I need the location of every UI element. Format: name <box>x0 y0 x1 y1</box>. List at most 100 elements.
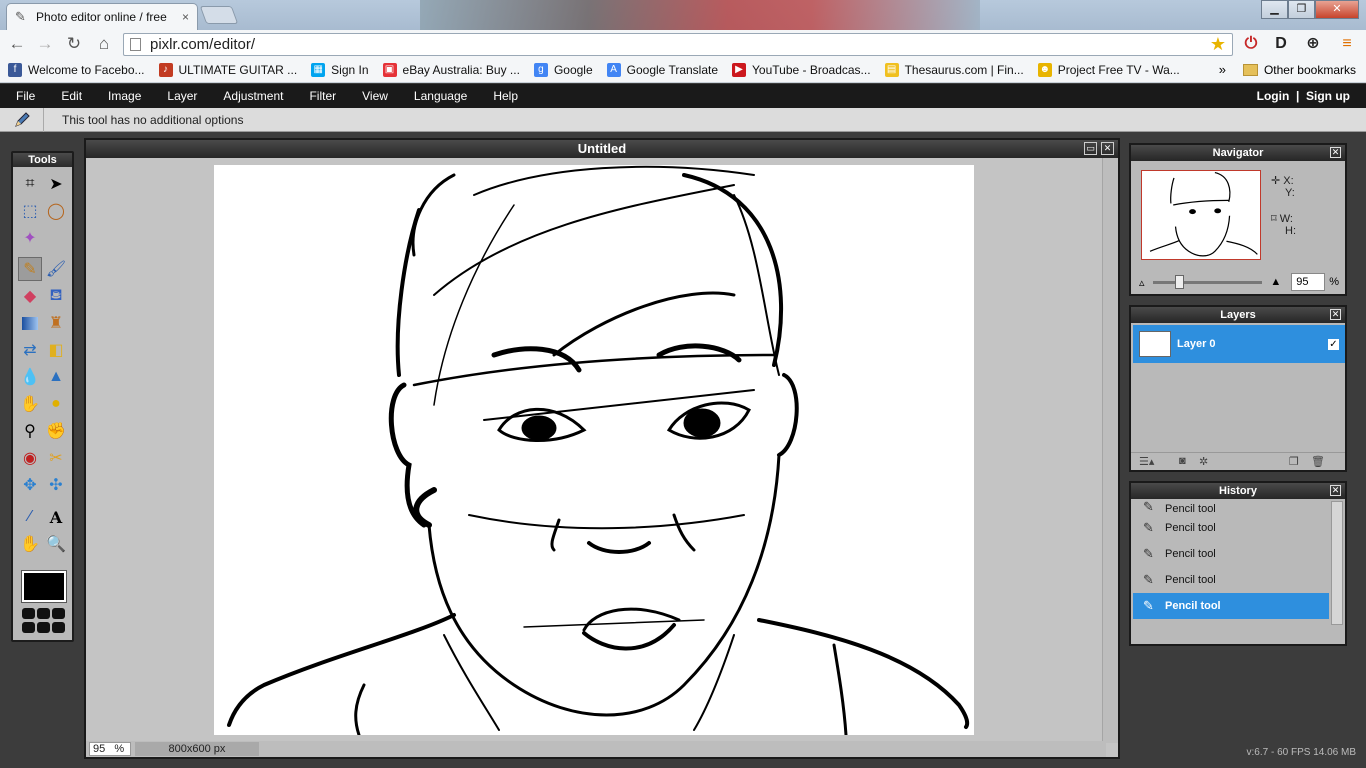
browser-tab[interactable]: ✎ Photo editor online / free × <box>6 3 198 30</box>
document-vertical-scrollbar[interactable] <box>1102 158 1118 743</box>
preset-swatch[interactable] <box>52 608 65 619</box>
eraser-tool-icon[interactable]: ◆ <box>18 284 42 308</box>
crop-tool-icon[interactable]: ⌗ <box>18 172 42 196</box>
minimize-button[interactable]: ▁ <box>1261 0 1288 19</box>
forward-icon[interactable]: → <box>34 34 56 54</box>
history-scrollbar[interactable] <box>1331 501 1343 625</box>
history-item[interactable]: ✎ Pencil tool <box>1133 567 1329 593</box>
marquee-tool-icon[interactable]: ⬚ <box>18 199 42 223</box>
menu-edit[interactable]: Edit <box>53 89 90 103</box>
history-item-selected[interactable]: ✎ Pencil tool <box>1133 593 1329 619</box>
pinch-tool-icon[interactable]: ✣ <box>44 473 68 497</box>
home-icon[interactable]: ⌂ <box>93 34 115 54</box>
bookmark-star-icon[interactable]: ★ <box>1210 34 1226 55</box>
new-tab-button[interactable] <box>199 6 239 24</box>
tab-close-icon[interactable]: × <box>182 10 189 24</box>
menu-filter[interactable]: Filter <box>301 89 344 103</box>
layer-styles-icon[interactable]: ✲ <box>1199 455 1208 468</box>
document-close-icon[interactable]: ✕ <box>1101 142 1114 155</box>
maximize-button[interactable]: ❐ <box>1288 0 1315 19</box>
bookmark-ultimate-guitar[interactable]: ♪ ULTIMATE GUITAR ... <box>158 63 297 77</box>
bookmark-google[interactable]: g Google <box>533 63 593 77</box>
drawing-canvas[interactable] <box>214 165 974 737</box>
preset-swatch[interactable] <box>37 608 50 619</box>
burn-tool-icon[interactable]: ✊ <box>44 419 68 443</box>
menu-adjustment[interactable]: Adjustment <box>215 89 291 103</box>
drawing-tool-icon[interactable]: ◧ <box>44 338 68 362</box>
navigator-thumbnail[interactable] <box>1141 170 1261 260</box>
preset-swatch[interactable] <box>22 608 35 619</box>
pencil-tool-icon[interactable]: ✎ <box>18 257 42 281</box>
layer-row[interactable]: Layer 0 ✓ <box>1133 325 1345 363</box>
bookmark-youtube[interactable]: ▶ YouTube - Broadcas... <box>732 63 871 77</box>
other-bookmarks[interactable]: Other bookmarks <box>1242 63 1356 77</box>
dodge-tool-icon[interactable]: ⚲ <box>18 419 42 443</box>
sharpen-tool-icon[interactable]: ▲ <box>44 365 68 389</box>
document-zoom-input[interactable]: 95 % <box>89 742 131 756</box>
delete-layer-icon[interactable]: 🗑 <box>1311 455 1325 468</box>
bookmark-sign-in[interactable]: ▦ Sign In <box>311 63 369 77</box>
history-item[interactable]: ✎ Pencil tool <box>1133 541 1329 567</box>
blur-tool-icon[interactable]: 💧 <box>18 365 42 389</box>
extension-d-icon[interactable]: D <box>1270 33 1292 55</box>
menu-layer[interactable]: Layer <box>159 89 205 103</box>
layer-settings-icon[interactable]: ☰▴ <box>1139 455 1154 468</box>
lasso-tool-icon[interactable]: ◯ <box>44 199 68 223</box>
clone-stamp-tool-icon[interactable]: ♜ <box>44 311 68 335</box>
menu-file[interactable]: File <box>8 89 43 103</box>
preset-swatch[interactable] <box>37 622 50 633</box>
zoom-in-icon[interactable]: ▲ <box>1270 276 1281 288</box>
color-replace-tool-icon[interactable]: ⇄ <box>18 338 42 362</box>
signup-link[interactable]: Sign up <box>1306 89 1350 103</box>
bookmark-thesaurus[interactable]: ▤ Thesaurus.com | Fin... <box>884 63 1024 77</box>
back-icon[interactable]: ← <box>6 34 28 54</box>
navigator-zoom-slider[interactable] <box>1152 274 1263 289</box>
menu-language[interactable]: Language <box>406 89 475 103</box>
extension-search-icon[interactable]: ⊕ <box>1302 33 1324 55</box>
reload-icon[interactable]: ↻ <box>63 34 85 54</box>
navigator-zoom-input[interactable]: 95 <box>1291 273 1326 291</box>
bookmarks-overflow-icon[interactable]: » <box>1219 62 1226 77</box>
menu-image[interactable]: Image <box>100 89 149 103</box>
zoom-tool-icon[interactable]: 🔍 <box>44 532 68 556</box>
crosshair-icon: ✛ <box>1271 175 1281 187</box>
preset-swatch[interactable] <box>22 622 35 633</box>
history-item[interactable]: ✎ Pencil tool <box>1133 499 1329 515</box>
layer-visibility-checkbox[interactable]: ✓ <box>1328 338 1339 350</box>
history-close-icon[interactable]: ✕ <box>1330 485 1341 496</box>
paint-bucket-tool-icon[interactable]: ⛾ <box>44 284 68 308</box>
bookmark-project-free-tv[interactable]: ☻ Project Free TV - Wa... <box>1037 63 1180 77</box>
gradient-tool-icon[interactable] <box>18 311 42 335</box>
window-close-button[interactable]: ✕ <box>1315 0 1359 19</box>
login-link[interactable]: Login <box>1257 89 1290 103</box>
sponge-tool-icon[interactable]: ● <box>44 392 68 416</box>
menu-help[interactable]: Help <box>485 89 526 103</box>
zoom-out-icon[interactable]: ▵ <box>1139 276 1145 289</box>
red-eye-tool-icon[interactable]: ◉ <box>18 446 42 470</box>
menu-view[interactable]: View <box>354 89 396 103</box>
spot-heal-tool-icon[interactable]: ✂ <box>44 446 68 470</box>
bookmark-ebay[interactable]: ▣ eBay Australia: Buy ... <box>382 63 520 77</box>
layers-close-icon[interactable]: ✕ <box>1330 309 1341 320</box>
document-maximize-icon[interactable]: ▭ <box>1084 142 1097 155</box>
preset-swatch[interactable] <box>52 622 65 633</box>
history-item[interactable]: ✎ Pencil tool <box>1133 515 1329 541</box>
layer-mask-icon[interactable]: ◙ <box>1179 455 1186 467</box>
color-picker-tool-icon[interactable]: ⁄ <box>18 505 42 529</box>
adblock-icon[interactable]: ⏻ <box>1240 33 1262 55</box>
smudge-tool-icon[interactable]: ✋ <box>18 392 42 416</box>
new-layer-icon[interactable]: ❐ <box>1289 455 1299 468</box>
type-tool-icon[interactable]: A <box>44 505 68 529</box>
hand-tool-icon[interactable]: ✋ <box>18 532 42 556</box>
move-tool-icon[interactable]: ➤ <box>44 172 68 196</box>
bookmark-facebook[interactable]: f Welcome to Facebo... <box>8 63 145 77</box>
primary-color-swatch[interactable] <box>21 570 67 603</box>
brush-tool-icon[interactable]: 🖌 <box>44 257 68 281</box>
bloat-tool-icon[interactable]: ✥ <box>18 473 42 497</box>
address-bar[interactable]: pixlr.com/editor/ ★ <box>123 33 1233 56</box>
navigator-close-icon[interactable]: ✕ <box>1330 147 1341 158</box>
bookmark-google-translate[interactable]: A Google Translate <box>606 63 718 77</box>
zoom-slider-knob[interactable] <box>1174 274 1184 289</box>
chrome-menu-icon[interactable]: ≡ <box>1336 33 1358 55</box>
magic-wand-tool-icon[interactable]: ✦ <box>18 226 42 250</box>
